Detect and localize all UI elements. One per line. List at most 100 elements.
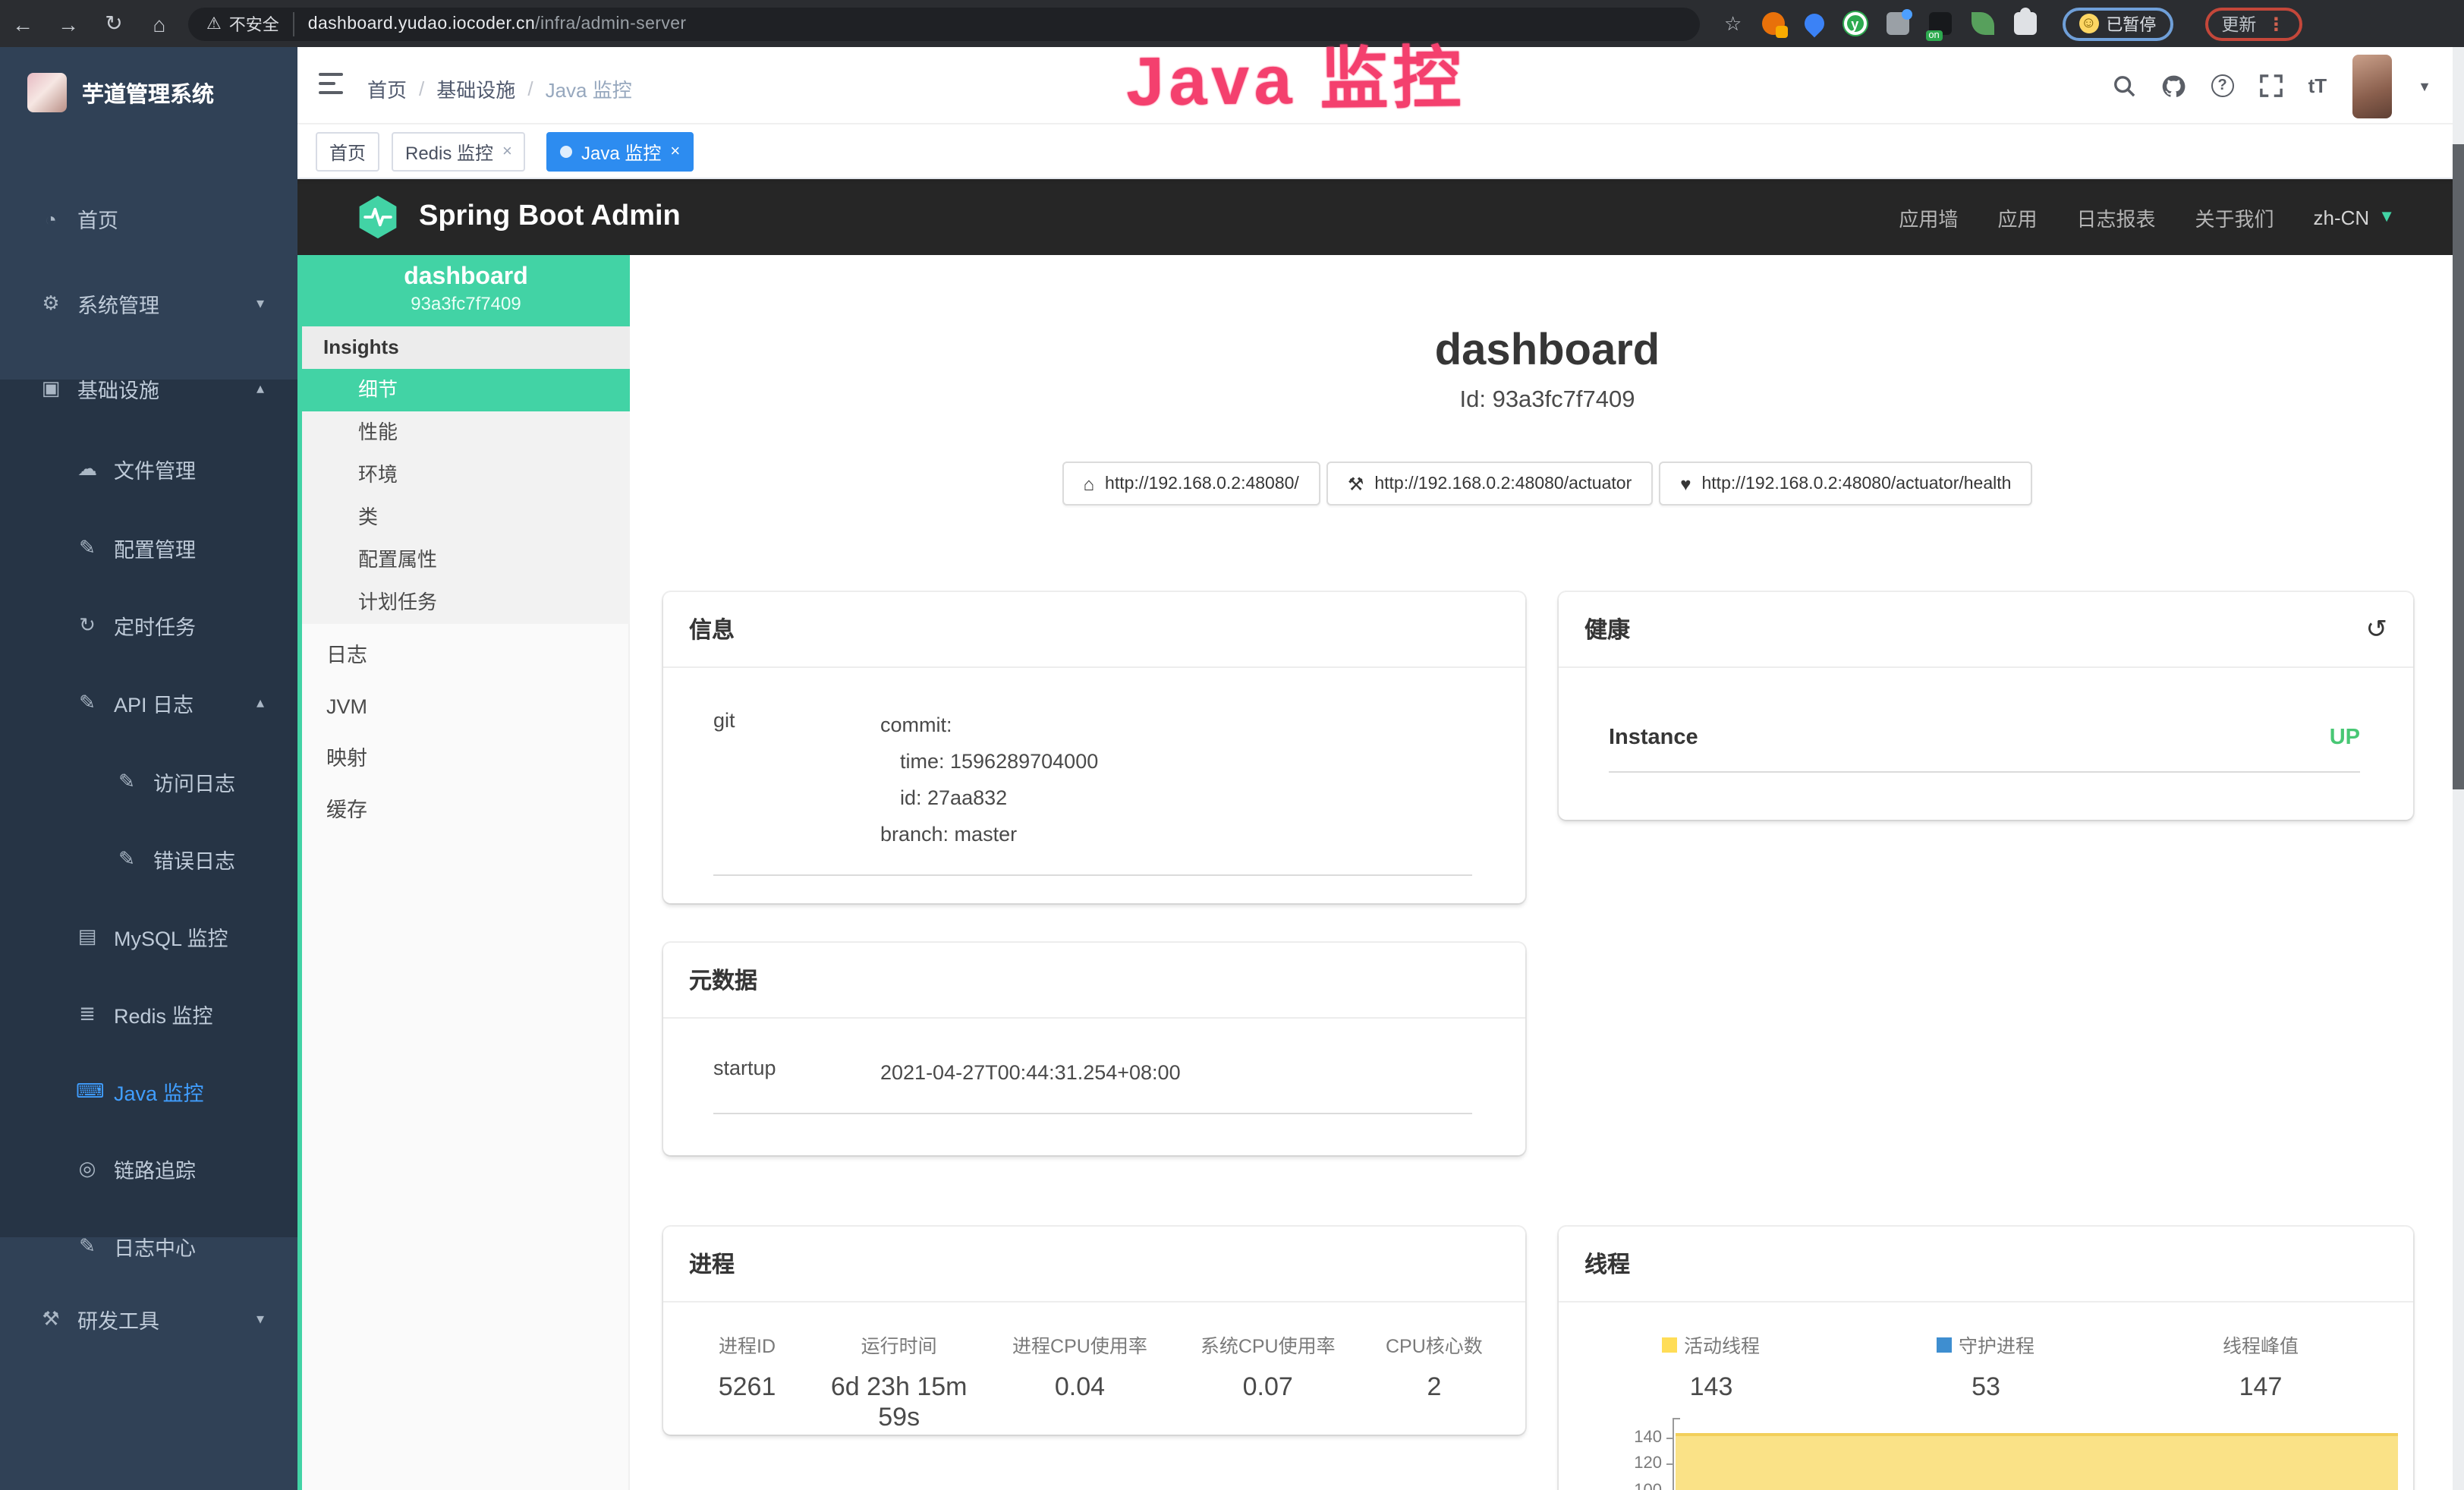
sidebar-item-api-log[interactable]: ✎ API 日志 ▴: [0, 665, 297, 741]
service-url-button[interactable]: ⌂ http://192.168.0.2:48080/: [1062, 461, 1320, 506]
sba-item-classes[interactable]: 类: [302, 496, 630, 539]
log-icon: ✎: [115, 847, 138, 871]
close-icon[interactable]: ×: [670, 143, 680, 161]
extension-icon-leaf[interactable]: [1971, 12, 1994, 35]
sidebar-item-label: API 日志: [114, 688, 194, 718]
sidebar-item-config[interactable]: ✎ 配置管理: [0, 510, 297, 586]
tab-home[interactable]: 首页: [316, 132, 379, 172]
extension-icon-on-badge[interactable]: [1928, 12, 1951, 35]
breadcrumb-separator: /: [527, 77, 533, 100]
user-menu-caret-icon[interactable]: ▼: [2418, 78, 2431, 93]
mysql-icon: ▤: [76, 925, 99, 949]
java-icon: ⌨: [76, 1079, 99, 1104]
tools-icon: ⚒: [39, 1307, 62, 1331]
sidebar-item-label: 文件管理: [114, 454, 196, 484]
stat-system-cpu: 系统CPU使用率 0.07: [1178, 1330, 1358, 1433]
chevron-down-icon: ▾: [256, 1311, 264, 1328]
sba-nav-applications[interactable]: 应用: [1997, 203, 2037, 232]
sidebar-item-jobs[interactable]: ↻ 定时任务: [0, 587, 297, 663]
home-icon[interactable]: ⌂: [137, 11, 182, 36]
extension-icon-grid[interactable]: [1886, 12, 1909, 35]
history-icon[interactable]: ↺: [2366, 614, 2388, 644]
sidebar-item-files[interactable]: ☁ 文件管理: [0, 431, 297, 507]
back-icon[interactable]: ←: [0, 11, 46, 36]
home-icon: ⌂: [1084, 473, 1095, 494]
page-scrollbar-thumb[interactable]: [2453, 144, 2464, 789]
sidebar-item-access-log[interactable]: ✎ 访问日志: [0, 744, 297, 820]
tab-java-monitor[interactable]: Java 监控 ×: [546, 132, 694, 172]
breadcrumb-section[interactable]: 基础设施: [436, 74, 515, 103]
profile-paused-badge[interactable]: ☺ 已暂停: [2062, 7, 2173, 40]
sba-item-caches[interactable]: 缓存: [302, 785, 630, 836]
sba-nav-wall[interactable]: 应用墙: [1899, 203, 1958, 232]
sba-item-config-props[interactable]: 配置属性: [302, 539, 630, 581]
sba-item-logs[interactable]: 日志: [302, 630, 630, 682]
github-icon[interactable]: [2161, 74, 2186, 98]
app-title: 芋道管理系统: [82, 77, 214, 109]
instance-header[interactable]: dashboard 93a3fc7f7409: [302, 255, 630, 326]
sidebar-item-infra[interactable]: ▣ 基础设施 ▴: [0, 351, 297, 427]
breadcrumb-home[interactable]: 首页: [367, 74, 407, 103]
help-icon[interactable]: ?: [2211, 74, 2234, 97]
sidebar-item-system[interactable]: ⚙ 系统管理 ▾: [0, 266, 297, 342]
user-avatar[interactable]: [2352, 54, 2392, 118]
sba-navbar: Spring Boot Admin 应用墙 应用 日志报表 关于我们 zh-CN…: [297, 179, 2464, 255]
extension-icon-y[interactable]: [1843, 12, 1866, 35]
sba-item-details[interactable]: 细节: [302, 369, 630, 411]
sidebar-item-mysql[interactable]: ▤ MySQL 监控: [0, 899, 297, 975]
app-sidebar: 芋道管理系统 ◔ 首页 ⚙ 系统管理 ▾ ▣ 基础设施 ▴ ☁ 文件管理 ✎ 配…: [0, 47, 297, 1490]
bookmark-star-icon[interactable]: ☆: [1724, 11, 1742, 36]
sidebar-item-tracing[interactable]: ◎ 链路追踪: [0, 1131, 297, 1207]
sba-content: dashboard Id: 93a3fc7f7409 ⌂ http://192.…: [630, 255, 2464, 1490]
extension-icon-pin[interactable]: [1800, 10, 1828, 38]
health-instance-row[interactable]: Instance UP: [1559, 668, 2413, 750]
sidebar-item-home[interactable]: ◔ 首页: [0, 181, 297, 257]
info-value: commit: time: 1596289704000 id: 27aa832 …: [880, 707, 1472, 853]
app-logo-row[interactable]: 芋道管理系统: [0, 59, 297, 126]
git-commit-line: commit:: [880, 707, 1472, 744]
security-chip[interactable]: ⚠不安全: [206, 11, 294, 36]
info-card-header: 信息: [663, 592, 1525, 668]
stat-process-cpu: 进程CPU使用率 0.04: [982, 1330, 1177, 1433]
stat-label: CPU核心数: [1358, 1330, 1510, 1359]
close-icon[interactable]: ×: [502, 143, 512, 161]
legend-swatch-blue: [1937, 1337, 1953, 1352]
sba-brand[interactable]: Spring Boot Admin: [419, 200, 681, 234]
sidebar-item-dev-tools[interactable]: ⚒ 研发工具 ▾: [0, 1281, 297, 1357]
actuator-url-button[interactable]: ⚒ http://192.168.0.2:48080/actuator: [1326, 461, 1653, 506]
extensions-puzzle-icon[interactable]: [2013, 12, 2036, 35]
sidebar-item-log-center[interactable]: ✎ 日志中心: [0, 1208, 297, 1284]
card-title: 线程: [1584, 1248, 1630, 1280]
sba-language-select[interactable]: zh-CN ▼: [2314, 206, 2395, 228]
sba-item-jvm[interactable]: JVM: [302, 682, 630, 733]
browser-menu-icon[interactable]: ⋮: [2267, 13, 2285, 34]
fullscreen-icon[interactable]: [2260, 74, 2283, 97]
sidebar-item-redis[interactable]: ≣ Redis 监控: [0, 976, 297, 1052]
sba-item-scheduled-tasks[interactable]: 计划任务: [302, 581, 630, 624]
sba-instance-sidebar: dashboard 93a3fc7f7409 Insights 细节 性能 环境…: [297, 255, 630, 1490]
spring-boot-admin-logo: [355, 194, 401, 240]
sidebar-item-label: 定时任务: [114, 610, 196, 641]
sba-item-metrics[interactable]: 性能: [302, 411, 630, 454]
health-url-button[interactable]: ♥ http://192.168.0.2:48080/actuator/heal…: [1659, 461, 2032, 506]
annotation-java-monitor: Java 监控: [1125, 23, 1466, 125]
sidebar-item-error-log[interactable]: ✎ 错误日志: [0, 821, 297, 897]
sba-nav-about[interactable]: 关于我们: [2195, 203, 2274, 232]
search-icon[interactable]: [2113, 74, 2135, 97]
chrome-update-button[interactable]: 更新 ⋮: [2204, 7, 2302, 40]
sba-item-mappings[interactable]: 映射: [302, 733, 630, 785]
address-bar[interactable]: ⚠不安全 dashboard.yudao.iocoder.cn/infra/ad…: [188, 7, 1700, 40]
font-size-icon[interactable]: tT: [2308, 74, 2327, 97]
reload-icon[interactable]: ↻: [91, 11, 137, 36]
stat-value: 2: [1358, 1372, 1510, 1403]
extension-icon-orange[interactable]: [1761, 12, 1784, 35]
tab-redis-monitor[interactable]: Redis 监控 ×: [392, 132, 526, 172]
sba-item-environment[interactable]: 环境: [302, 454, 630, 496]
hamburger-icon[interactable]: [319, 73, 343, 94]
stat-label: 线程峰值: [2223, 1330, 2299, 1359]
sba-nav-journal[interactable]: 日志报表: [2076, 203, 2155, 232]
stat-value: 6d 23h 15m 59s: [816, 1372, 982, 1433]
sidebar-item-java-monitor[interactable]: ⌨ Java 监控: [0, 1054, 297, 1129]
forward-icon[interactable]: →: [46, 11, 91, 36]
git-id-line: id: 27aa832: [880, 780, 1472, 817]
